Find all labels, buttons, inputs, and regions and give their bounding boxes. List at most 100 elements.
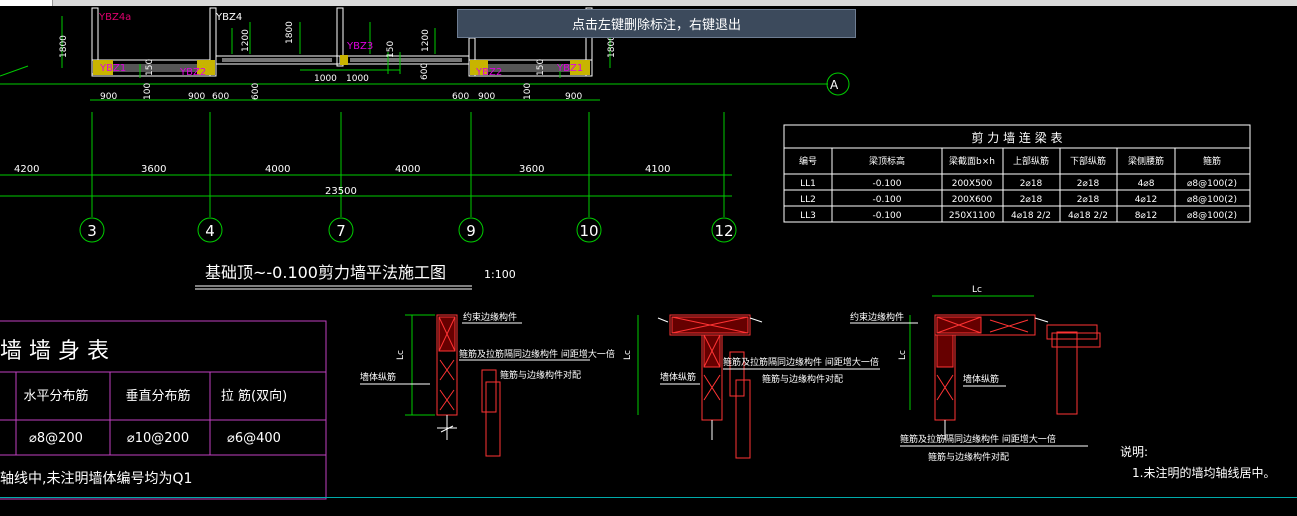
- beam-table-header: 梁侧腰筋: [1128, 155, 1164, 167]
- beam-table-cell: 2⌀18: [1077, 195, 1100, 205]
- label-ybz2-right: YBZ2: [475, 67, 502, 78]
- beam-table-cell: 250X1100: [949, 211, 996, 221]
- beam-table-title: 剪 力 墙 连 梁 表: [971, 130, 1062, 145]
- detail-1-lc: Lc: [396, 350, 406, 360]
- wall-table-note: 轴线中,未注明墙体编号均为Q1: [0, 471, 192, 487]
- label-ybz1-right: YBZ1: [556, 63, 583, 74]
- column-ybz3: [340, 55, 348, 65]
- dim-1200-b: 1200: [421, 29, 431, 52]
- detail-3-constraint-label: 约束边缘构件: [850, 311, 904, 323]
- label-ybz4: YBZ4: [215, 12, 242, 23]
- dim-900-c: 900: [478, 92, 495, 102]
- dim-100-a: 100: [143, 83, 153, 100]
- dim-150-c: 150: [536, 59, 546, 76]
- beam-table-cell: 4⌀18 2/2: [1011, 211, 1051, 221]
- wall-table-header: 拉 筋(双向): [221, 388, 287, 404]
- axis-label-4: 4: [205, 222, 215, 240]
- notes-heading: 说明:: [1120, 444, 1148, 459]
- dim-900-d: 900: [565, 92, 582, 102]
- span-dim: 4100: [645, 164, 670, 175]
- axis-grid: [0, 112, 737, 243]
- beam-table-header: 编号: [799, 155, 817, 167]
- detail-2-wall-rebar: 墙体纵筋: [660, 371, 696, 383]
- detail-1-wall-rebar: 墙体纵筋: [360, 371, 396, 383]
- dim-1800-left: 1800: [59, 35, 69, 58]
- dim-1200-a: 1200: [241, 29, 251, 52]
- detail-2-stirrup-note: 箍筋及拉筋隔同边缘构件 间距增大一倍: [723, 356, 879, 368]
- beam-table-cell: LL3: [800, 211, 816, 221]
- dim-600-b: 600: [251, 83, 261, 100]
- beam-table-cell: 200X600: [952, 195, 993, 205]
- beam-table-header: 箍筋: [1203, 155, 1221, 167]
- dim-600-c: 600: [212, 92, 229, 102]
- span-dim: 4000: [265, 164, 290, 175]
- label-ybz2-left: YBZ2: [179, 67, 206, 78]
- beam-table-cell: 200X500: [952, 179, 993, 189]
- detail-1-stirrup-note: 箍筋及拉筋隔同边缘构件 间距增大一倍: [459, 348, 615, 360]
- beam-table-cell: 4⌀18 2/2: [1068, 211, 1108, 221]
- wall-table-title: 墙 墙 身 表: [0, 339, 109, 364]
- notes-item-1: 1.未注明的墙均轴线居中。: [1132, 465, 1275, 480]
- total-span-dim: 23500: [325, 186, 357, 197]
- beam-table-cell: 4⌀8: [1138, 179, 1155, 189]
- dim-600-a: 600: [420, 63, 430, 80]
- beam-table-cell: LL1: [800, 179, 816, 189]
- beam-table-cell: -0.100: [872, 211, 901, 221]
- dim-150-b: 150: [145, 59, 155, 76]
- drawing-scale: 1:100: [484, 268, 516, 281]
- span-dim: 3600: [141, 164, 166, 175]
- detail-1-bar-note: 箍筋与边缘构件对配: [500, 369, 581, 381]
- detail-2-bar-note: 箍筋与边缘构件对配: [762, 373, 843, 385]
- span-dim: 3600: [519, 164, 544, 175]
- beam-table-cell: -0.100: [872, 195, 901, 205]
- beam-table-header: 下部纵筋: [1070, 155, 1106, 167]
- beam-table-header: 梁顶标高: [869, 155, 905, 167]
- detail-1: [405, 314, 501, 457]
- beam-table-cell: 4⌀12: [1135, 195, 1158, 205]
- beam-table-cell: ⌀8@100(2): [1187, 211, 1237, 221]
- beam-table-cell: LL2: [800, 195, 816, 205]
- beam-table-header: 梁截面b×h: [949, 155, 995, 167]
- detail-3-bar-note: 箍筋与边缘构件对配: [928, 451, 1009, 463]
- detail-2: [637, 314, 763, 459]
- wall-table-cell: ⌀6@400: [227, 431, 281, 446]
- beam-table-cell: 2⌀18: [1020, 179, 1043, 189]
- axis-label-9: 9: [466, 222, 476, 240]
- detail-3-stirrup-note: 箍筋及拉筋隔同边缘构件 间距增大一倍: [900, 433, 1056, 445]
- ucs-baseline: [0, 497, 1297, 498]
- dim-150-a: 150: [386, 41, 396, 58]
- drawing-title: 基础顶~-0.100剪力墙平法施工图: [205, 263, 446, 282]
- detail-3-lc: Lc: [898, 350, 908, 360]
- beam-table-cell: ⌀8@100(2): [1187, 179, 1237, 189]
- dim-1000-b: 1000: [346, 74, 369, 84]
- dim-1000-a: 1000: [314, 74, 337, 84]
- detail-3-wall-rebar: 墙体纵筋: [963, 373, 999, 385]
- wall-table-cell: ⌀8@200: [29, 431, 83, 446]
- beam-table-cell: 2⌀18: [1020, 195, 1043, 205]
- beam-table-cell: 2⌀18: [1077, 179, 1100, 189]
- dim-900-a: 900: [100, 92, 117, 102]
- detail-1-constraint-label: 约束边缘构件: [463, 311, 517, 323]
- dim-1800-mid: 1800: [285, 21, 295, 44]
- dim-900-b: 900: [188, 92, 205, 102]
- command-hint-tooltip: 点击左键删除标注，右键退出: [457, 9, 856, 38]
- beam-table-cell: ⌀8@100(2): [1187, 195, 1237, 205]
- axis-label-7: 7: [336, 222, 346, 240]
- axis-label-12: 12: [714, 222, 733, 240]
- wall-table-header: 水平分布筋: [23, 388, 88, 404]
- dim-600-d: 600: [452, 92, 469, 102]
- span-dim: 4200: [14, 164, 39, 175]
- span-dim: 4000: [395, 164, 420, 175]
- dim-100-b: 100: [523, 83, 533, 100]
- beam-table-header: 上部纵筋: [1013, 155, 1049, 167]
- dim-1800-right: 1800: [607, 35, 617, 58]
- beam-table-cell: -0.100: [872, 179, 901, 189]
- axis-label-3: 3: [87, 222, 97, 240]
- label-ybz4a: YBZ4a: [98, 12, 131, 23]
- axis-label-10: 10: [579, 222, 598, 240]
- beam-table-cell: 8⌀12: [1135, 211, 1158, 221]
- label-ybz3: YBZ3: [346, 41, 373, 52]
- wall-table-header: 垂直分布筋: [125, 388, 190, 404]
- hint-text: 点击左键删除标注，右键退出: [571, 18, 741, 33]
- cad-drawing-canvas[interactable]: YBZ4a YBZ4 YBZ3 YBZ1 YBZ2 YBZ2 YBZ1 1800…: [0, 0, 1297, 516]
